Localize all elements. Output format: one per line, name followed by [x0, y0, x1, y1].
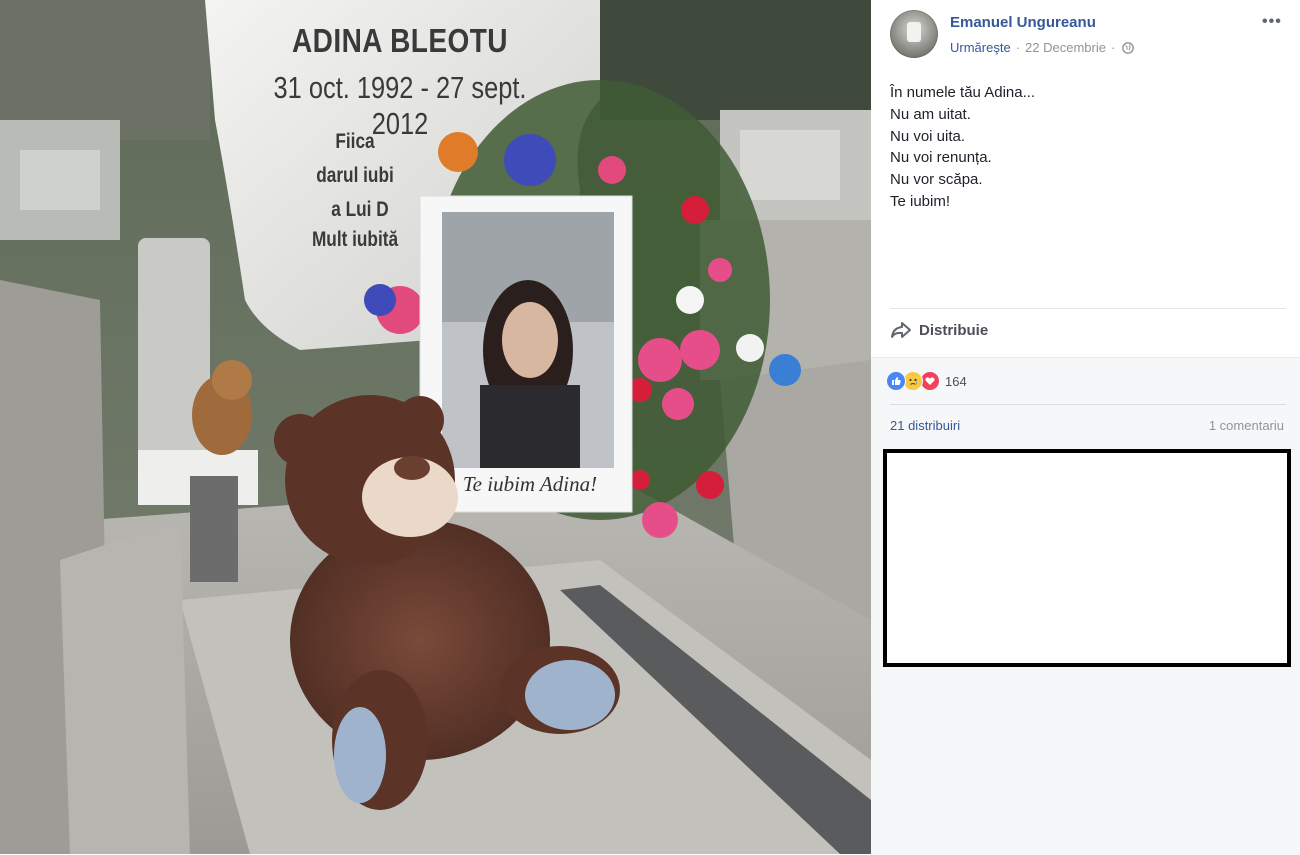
follow-link[interactable]: Urmăreşte: [950, 40, 1011, 55]
shares-count-link[interactable]: 21 distribuiri: [890, 418, 960, 433]
headstone-name: ADINA BLEOTU: [291, 22, 508, 59]
share-label: Distribuie: [919, 321, 989, 339]
share-icon: [891, 322, 911, 338]
author-avatar[interactable]: [890, 10, 938, 58]
post-line: Te iubim!: [890, 192, 951, 210]
share-button[interactable]: Distribuie: [890, 320, 988, 340]
globe-icon[interactable]: [1122, 41, 1135, 54]
post-date-link[interactable]: 22 Decembrie: [1025, 40, 1106, 55]
divider: [890, 404, 1286, 405]
love-icon: [920, 371, 940, 391]
reaction-count: 164: [945, 373, 967, 389]
author-name-link[interactable]: Emanuel Ungureanu: [950, 14, 1096, 31]
like-icon: [886, 371, 906, 391]
comments-count-link[interactable]: 1 comentariu: [1209, 418, 1284, 433]
meta-separator: ·: [1110, 40, 1116, 55]
headstone-line: Fiica: [335, 130, 375, 153]
post-photo[interactable]: ADINA BLEOTU 31 oct. 1992 - 27 sept. 201…: [0, 0, 871, 854]
post-panel: Emanuel Ungureanu Urmăreşte · 22 Decembr…: [871, 0, 1300, 855]
post-line: Nu voi renunța.: [890, 149, 992, 167]
headstone-line: Mult iubită: [311, 228, 399, 251]
portrait-caption: Te iubim Adina!: [462, 472, 598, 496]
headstone-line: a Lui D: [331, 198, 389, 221]
post-stats: 164 21 distribuiri 1 comentariu: [871, 357, 1300, 855]
post-line: Nu am uitat.: [890, 105, 971, 123]
headstone-line: darul iubi: [316, 164, 394, 187]
sad-icon: [903, 371, 923, 391]
divider: [890, 308, 1286, 309]
redacted-comment-area: [883, 449, 1291, 667]
more-options-icon[interactable]: •••: [1262, 14, 1282, 30]
post-message: În numele tău Adina... Nu am uitat. Nu v…: [890, 82, 1280, 213]
post-line: În numele tău Adina...: [890, 84, 1036, 101]
post-line: Nu voi uita.: [890, 127, 966, 145]
post-line: Nu vor scăpa.: [890, 171, 983, 189]
post-meta: Urmăreşte · 22 Decembrie ·: [950, 40, 1135, 55]
avatar-image: [907, 22, 921, 42]
reactions-summary[interactable]: 164: [886, 371, 967, 391]
meta-separator: ·: [1015, 40, 1021, 55]
